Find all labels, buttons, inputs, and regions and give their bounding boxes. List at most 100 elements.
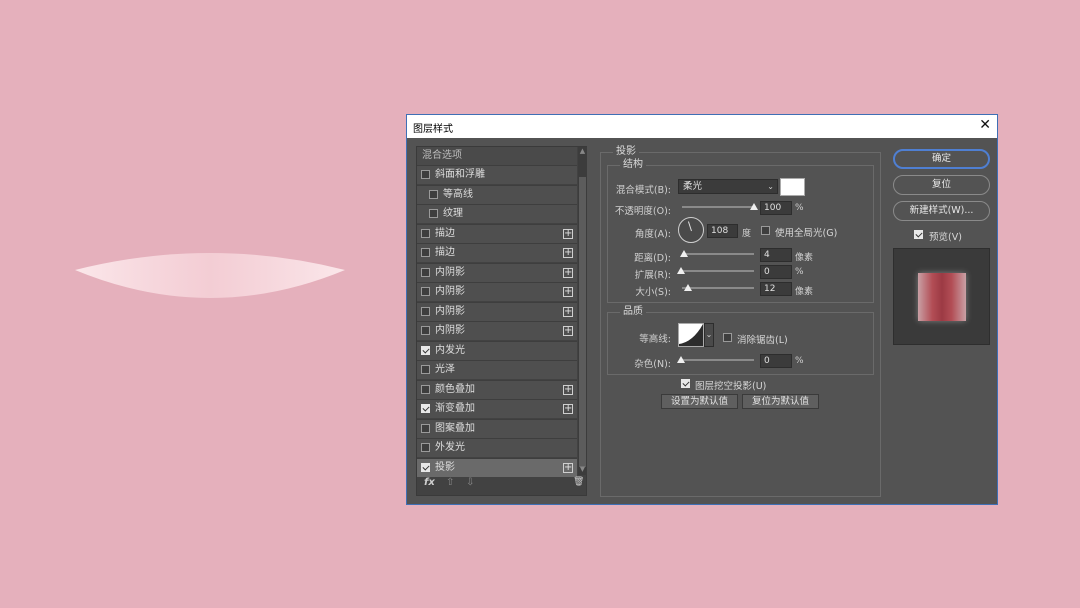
style-list-item[interactable]: 等高线 <box>417 184 577 204</box>
shadow-color-swatch[interactable] <box>780 178 805 196</box>
list-footer: fx ⇧ ⇩ 🗑 <box>422 477 584 491</box>
style-checkbox[interactable] <box>421 170 430 179</box>
spread-slider[interactable] <box>682 270 754 272</box>
dialog-title: 图层样式 <box>413 124 453 135</box>
size-label: 大小(S): <box>635 287 671 298</box>
style-checkbox[interactable] <box>421 365 430 374</box>
style-list-item[interactable]: 外发光 <box>417 438 577 457</box>
new-style-button[interactable]: 新建样式(W)... <box>893 201 990 221</box>
anti-alias-label: 消除锯齿(L) <box>737 335 788 346</box>
style-checkbox[interactable] <box>421 404 430 413</box>
size-unit: 像素 <box>795 287 814 297</box>
move-down-icon[interactable]: ⇩ <box>466 477 474 488</box>
noise-input[interactable]: 0 <box>760 354 792 368</box>
blending-options-item[interactable]: 混合选项 <box>417 147 577 165</box>
style-checkbox[interactable] <box>421 326 430 335</box>
style-list-item[interactable]: 描边 + <box>417 223 577 243</box>
style-list-item[interactable]: 光泽 <box>417 360 577 379</box>
style-checkbox[interactable] <box>421 267 430 277</box>
style-list-item[interactable]: 渐变叠加 + <box>417 399 577 418</box>
spread-slider-knob[interactable] <box>677 267 685 274</box>
style-checkbox[interactable] <box>421 443 430 452</box>
style-checkbox[interactable] <box>421 248 430 257</box>
style-checkbox[interactable] <box>421 228 430 238</box>
size-slider[interactable] <box>682 287 754 289</box>
style-list-item[interactable]: 内发光 <box>417 340 577 360</box>
size-slider-knob[interactable] <box>684 284 692 291</box>
style-list-item[interactable]: 颜色叠加 + <box>417 379 577 399</box>
noise-slider-knob[interactable] <box>677 356 685 363</box>
style-list-item-label: 描边 <box>435 247 455 258</box>
style-list-item-label: 内阴影 <box>435 286 465 297</box>
add-style-plus-icon[interactable]: + <box>563 384 573 395</box>
spread-unit: % <box>795 267 804 277</box>
style-list-item[interactable]: 图案叠加 <box>417 418 577 438</box>
spread-input[interactable]: 0 <box>760 265 792 279</box>
add-style-plus-icon[interactable]: + <box>563 267 573 278</box>
add-style-plus-icon[interactable]: + <box>563 404 573 414</box>
ok-button[interactable]: 确定 <box>893 149 990 169</box>
global-light-checkbox[interactable] <box>761 226 770 235</box>
style-list-item-label: 图案叠加 <box>435 422 475 434</box>
add-style-plus-icon[interactable]: + <box>563 326 573 336</box>
distance-label: 距离(D): <box>634 253 671 264</box>
distance-input[interactable]: 4 <box>760 248 792 262</box>
opacity-slider-knob[interactable] <box>750 203 758 210</box>
add-style-plus-icon[interactable]: + <box>563 248 573 258</box>
style-checkbox[interactable] <box>421 423 430 433</box>
style-list-item[interactable]: 内阴影 + <box>417 282 577 301</box>
noise-label: 杂色(N): <box>634 359 671 370</box>
angle-input[interactable]: 108 <box>707 224 738 238</box>
style-list-item[interactable]: 纹理 <box>417 204 577 223</box>
style-list-item[interactable]: 斜面和浮雕 <box>417 165 577 184</box>
scroll-down-icon[interactable]: ▼ <box>578 465 587 473</box>
move-up-icon[interactable]: ⇧ <box>446 477 454 488</box>
angle-label: 角度(A): <box>634 229 671 240</box>
set-default-button[interactable]: 设置为默认值 <box>661 394 738 409</box>
opacity-input[interactable]: 100 <box>760 201 792 215</box>
add-style-plus-icon[interactable]: + <box>563 228 573 239</box>
reset-default-button[interactable]: 复位为默认值 <box>742 394 819 409</box>
style-checkbox[interactable] <box>421 462 430 472</box>
structure-title: 结构 <box>620 159 646 171</box>
fx-icon[interactable]: fx <box>424 477 435 488</box>
style-checkbox[interactable] <box>421 384 430 394</box>
style-checkbox[interactable] <box>421 306 430 316</box>
add-style-plus-icon[interactable]: + <box>563 306 573 317</box>
style-list-item[interactable]: 内阴影 + <box>417 321 577 340</box>
size-input[interactable]: 12 <box>760 282 792 296</box>
style-list-item-label: 外发光 <box>435 442 465 453</box>
list-scrollbar[interactable]: ▲ ▼ <box>578 147 587 475</box>
anti-alias-checkbox[interactable] <box>723 333 732 342</box>
layer-style-dialog: 图层样式 ✕ 混合选项 斜面和浮雕 等高线 纹理 描边 + 描边 + 内阴影 + 内阴影 + 内阴影 +… <box>406 114 998 505</box>
distance-slider[interactable] <box>682 253 754 255</box>
style-list-item-label: 渐变叠加 <box>435 403 475 414</box>
contour-picker[interactable] <box>678 323 704 347</box>
angle-dial[interactable] <box>678 217 704 243</box>
style-list-item[interactable]: 内阴影 + <box>417 262 577 282</box>
scroll-up-icon[interactable]: ▲ <box>578 147 587 155</box>
style-list-item[interactable]: 投影 + <box>417 457 577 477</box>
preview-checkbox[interactable] <box>914 230 923 239</box>
reset-button[interactable]: 复位 <box>893 175 990 195</box>
spread-label: 扩展(R): <box>634 270 671 281</box>
style-list-item[interactable]: 内阴影 + <box>417 301 577 321</box>
distance-slider-knob[interactable] <box>680 250 688 257</box>
knockout-checkbox[interactable] <box>681 379 690 388</box>
scroll-thumb[interactable] <box>579 177 586 467</box>
style-checkbox[interactable] <box>429 209 438 218</box>
style-list-item-label: 描边 <box>435 227 455 239</box>
add-style-plus-icon[interactable]: + <box>563 287 573 297</box>
add-style-plus-icon[interactable]: + <box>563 462 573 473</box>
trash-icon[interactable]: 🗑 <box>573 477 584 487</box>
contour-chevron-down-icon[interactable]: ⌄ <box>704 323 714 347</box>
style-checkbox[interactable] <box>429 189 438 199</box>
opacity-slider[interactable] <box>682 206 754 208</box>
style-checkbox[interactable] <box>421 345 430 355</box>
noise-slider[interactable] <box>682 359 754 361</box>
style-checkbox[interactable] <box>421 287 430 296</box>
close-icon[interactable]: ✕ <box>979 117 991 133</box>
style-list-item[interactable]: 描边 + <box>417 243 577 262</box>
blend-mode-select[interactable]: 柔光 ⌄ <box>678 179 778 194</box>
drop-shadow-title: 投影 <box>613 146 639 158</box>
